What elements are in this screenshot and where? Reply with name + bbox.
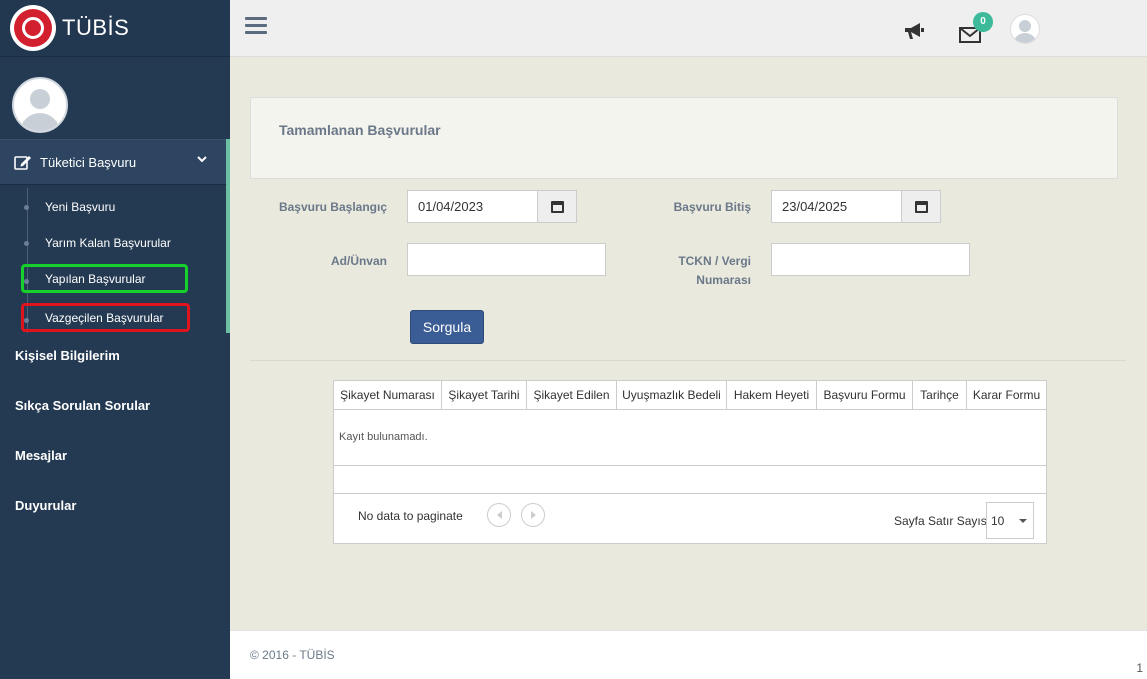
page-title-panel: Tamamlanan Başvurular xyxy=(250,97,1118,179)
sidebar-avatar xyxy=(12,77,68,133)
rows-per-page-label: Sayfa Satır Sayısı xyxy=(894,514,991,528)
sidebar: TÜBİS Tüketici Başvuru Yeni Başvuru Yarı… xyxy=(0,0,230,679)
empty-message: Kayıt bulunamadı. xyxy=(334,410,1046,466)
calendar-icon xyxy=(550,200,564,213)
column-header[interactable]: Karar Formu xyxy=(967,381,1046,409)
prev-page-button[interactable] xyxy=(487,503,511,527)
submenu-label: Vazgeçilen Başvurular xyxy=(45,310,164,325)
page-title: Tamamlanan Başvurular xyxy=(279,122,441,138)
rows-per-page-select[interactable]: 10 xyxy=(986,502,1034,539)
tubis-logo-icon xyxy=(10,5,56,51)
brand-name: TÜBİS xyxy=(62,15,130,40)
search-button[interactable]: Sorgula xyxy=(410,310,484,344)
tckn-label-line1: TCKN / Vergi xyxy=(678,254,751,268)
column-header[interactable]: Şikayet Numarası xyxy=(334,381,442,409)
column-header[interactable]: Başvuru Formu xyxy=(817,381,913,409)
brand[interactable]: TÜBİS xyxy=(0,0,230,57)
footer: © 2016 - TÜBİS 1 xyxy=(230,630,1147,679)
submenu-item-yapilan-basvurular[interactable]: Yapılan Başvurular xyxy=(21,264,188,293)
edit-icon xyxy=(14,156,31,170)
rows-per-page-value: 10 xyxy=(991,514,1005,528)
column-header[interactable]: Tarihçe xyxy=(913,381,967,409)
submenu-label: Yeni Başvuru xyxy=(45,200,116,214)
chevron-down-icon xyxy=(197,156,207,163)
tckn-label: TCKN / Vergi Numarası xyxy=(620,254,751,287)
pager-status: No data to paginate xyxy=(358,509,463,523)
start-date-picker-button[interactable] xyxy=(537,190,577,223)
results-table: Şikayet Numarası Şikayet Tarihi Şikayet … xyxy=(333,380,1047,544)
table-header: Şikayet Numarası Şikayet Tarihi Şikayet … xyxy=(334,381,1046,410)
tckn-label-line2: Numarası xyxy=(696,273,751,287)
megaphone-icon[interactable] xyxy=(903,22,925,40)
top-header: 0 xyxy=(230,0,1147,57)
tckn-input[interactable] xyxy=(771,243,970,276)
name-label: Ad/Ünvan xyxy=(330,254,387,268)
submenu-label: Yarım Kalan Başvurular xyxy=(45,236,171,250)
start-date-input[interactable]: 01/04/2023 xyxy=(407,190,538,223)
sidebar-item-label: Tüketici Başvuru xyxy=(40,154,137,170)
caret-down-icon xyxy=(1019,519,1027,523)
column-header[interactable]: Şikayet Tarihi xyxy=(442,381,527,409)
chevron-right-icon xyxy=(530,511,536,519)
submenu-item-yarim-kalan[interactable]: Yarım Kalan Başvurular xyxy=(21,229,188,257)
sidebar-item-kisisel-bilgilerim[interactable]: Kişisel Bilgilerim xyxy=(15,348,120,363)
column-header[interactable]: Hakem Heyeti xyxy=(727,381,817,409)
end-date-picker-button[interactable] xyxy=(901,190,941,223)
column-header[interactable]: Uyuşmazlık Bedeli xyxy=(617,381,727,409)
page-number: 1 xyxy=(1136,661,1143,675)
copyright: © 2016 - TÜBİS xyxy=(250,648,335,662)
sidebar-item-duyurular[interactable]: Duyurular xyxy=(15,498,76,513)
calendar-icon xyxy=(914,200,928,213)
menu-icon[interactable] xyxy=(245,17,267,38)
name-input[interactable] xyxy=(407,243,606,276)
submenu-item-yeni-basvuru[interactable]: Yeni Başvuru xyxy=(21,193,188,221)
sidebar-item-mesajlar[interactable]: Mesajlar xyxy=(15,448,67,463)
sidebar-item-tuketici-basvuru[interactable]: Tüketici Başvuru xyxy=(0,139,230,185)
active-accent-bar xyxy=(226,139,230,333)
table-row xyxy=(334,466,1046,494)
submenu-label: Yapılan Başvurular xyxy=(45,271,146,286)
divider xyxy=(250,360,1126,361)
submenu-item-vazgecilen-basvurular[interactable]: Vazgeçilen Başvurular xyxy=(21,303,190,332)
message-count-badge: 0 xyxy=(973,12,993,32)
end-date-label: Başvuru Bitiş xyxy=(673,200,751,214)
user-avatar[interactable] xyxy=(1010,14,1040,44)
end-date-input[interactable]: 23/04/2025 xyxy=(771,190,902,223)
next-page-button[interactable] xyxy=(521,503,545,527)
chevron-left-icon xyxy=(496,511,502,519)
column-header[interactable]: Şikayet Edilen xyxy=(527,381,617,409)
sidebar-item-sss[interactable]: Sıkça Sorulan Sorular xyxy=(15,398,150,413)
start-date-label: Başvuru Başlangıç xyxy=(278,200,387,214)
